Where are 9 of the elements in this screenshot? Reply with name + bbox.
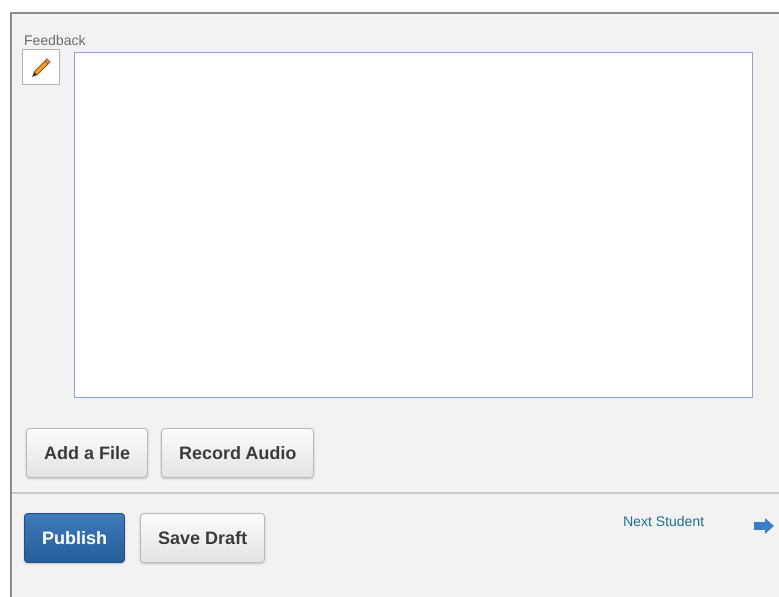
save-draft-button[interactable]: Save Draft (140, 513, 266, 563)
attachment-button[interactable]: Record Audio (161, 428, 314, 478)
feedback-label: Feedback (24, 32, 86, 48)
publish-button[interactable]: Publish (24, 513, 126, 563)
pencil-icon (30, 56, 52, 78)
right-arrow-icon[interactable] (753, 517, 775, 535)
attachment-button[interactable]: Add a File (26, 428, 148, 478)
pencil-button[interactable] (22, 49, 60, 85)
next-student-link[interactable]: Next Student (623, 513, 704, 529)
